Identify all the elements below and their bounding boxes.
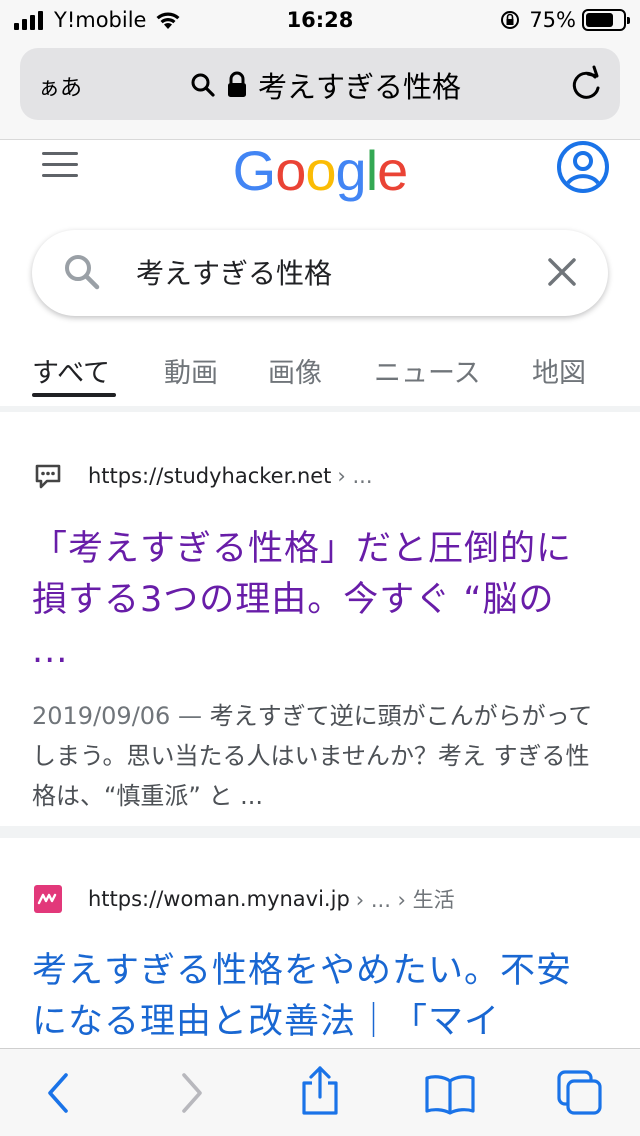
bookmarks-icon[interactable] [424,1073,476,1115]
tabs-icon[interactable] [556,1069,604,1117]
safari-toolbar [0,1048,640,1136]
result-url: https://woman.mynavi.jp [88,887,350,911]
result-date: 2019/09/06 — [32,702,210,730]
google-logo-letter: l [365,139,378,202]
result-url: https://studyhacker.net [88,464,332,488]
result-breadcrumb: › ... [337,464,373,488]
search-result: https://studyhacker.net › ... 「考えすぎる性格」だ… [0,428,640,838]
result-snippet: 2019/09/06 — 考えすぎて逆に頭がこんがらがってしまう。思い当たる人は… [32,696,608,816]
google-logo-letter: g [335,139,367,202]
forward-icon[interactable] [176,1071,206,1115]
search-icon[interactable] [62,252,102,292]
mynavi-favicon-icon [34,885,62,913]
result-breadcrumb: › ... › 生活 [355,888,455,912]
active-tab-indicator [32,393,116,397]
search-tabs: すべて 動画 画像 ニュース 地図 [0,345,640,400]
studyhacker-favicon-icon [35,464,61,489]
back-icon[interactable] [44,1071,74,1115]
tab-images[interactable]: 画像 [268,351,322,390]
tab-maps[interactable]: 地図 [532,351,586,390]
safari-address-area: ぁあ 考えすぎる性格 [0,40,640,140]
result-title-link[interactable]: 「考えすぎる性格」だと圧倒的に損する3つの理由。今すぐ “脳の ... [32,524,602,677]
status-bar: Y!mobile 16:28 75% [0,0,640,40]
reload-icon[interactable] [566,64,606,104]
google-header: Google 考えすぎる性格 すべて 動画 画像 ニュース 地図 [0,138,640,412]
lock-icon [228,71,246,97]
address-text[interactable]: 考えすぎる性格 [258,64,461,106]
google-logo-letter: G [232,139,277,202]
search-icon [191,73,215,97]
result-source[interactable]: https://woman.mynavi.jp › ... › 生活 [34,884,455,914]
clear-icon[interactable] [544,254,580,290]
tab-all[interactable]: すべて [32,351,110,390]
page-settings-button[interactable]: ぁあ [38,70,82,102]
google-logo-letter: o [305,139,336,202]
share-icon[interactable] [298,1065,342,1117]
tab-videos[interactable]: 動画 [164,351,218,390]
address-bar[interactable]: ぁあ 考えすぎる性格 [20,48,620,120]
account-icon[interactable] [556,140,610,194]
battery-icon [582,9,630,31]
search-input[interactable]: 考えすぎる性格 [136,252,332,292]
tab-news[interactable]: ニュース [374,351,481,390]
google-logo-letter: e [377,139,408,202]
battery-percent: 75% [529,8,576,32]
search-result: https://woman.mynavi.jp › ... › 生活 考えすぎる… [0,850,640,1050]
google-logo-letter: o [275,139,306,202]
result-source[interactable]: https://studyhacker.net › ... [34,462,373,490]
google-search-box[interactable]: 考えすぎる性格 [32,230,608,316]
orientation-lock-icon [501,11,520,29]
result-title-link[interactable]: 考えすぎる性格をやめたい。不安になる理由と改善法｜「マイ [32,946,602,1048]
google-logo[interactable]: Google [0,138,640,203]
